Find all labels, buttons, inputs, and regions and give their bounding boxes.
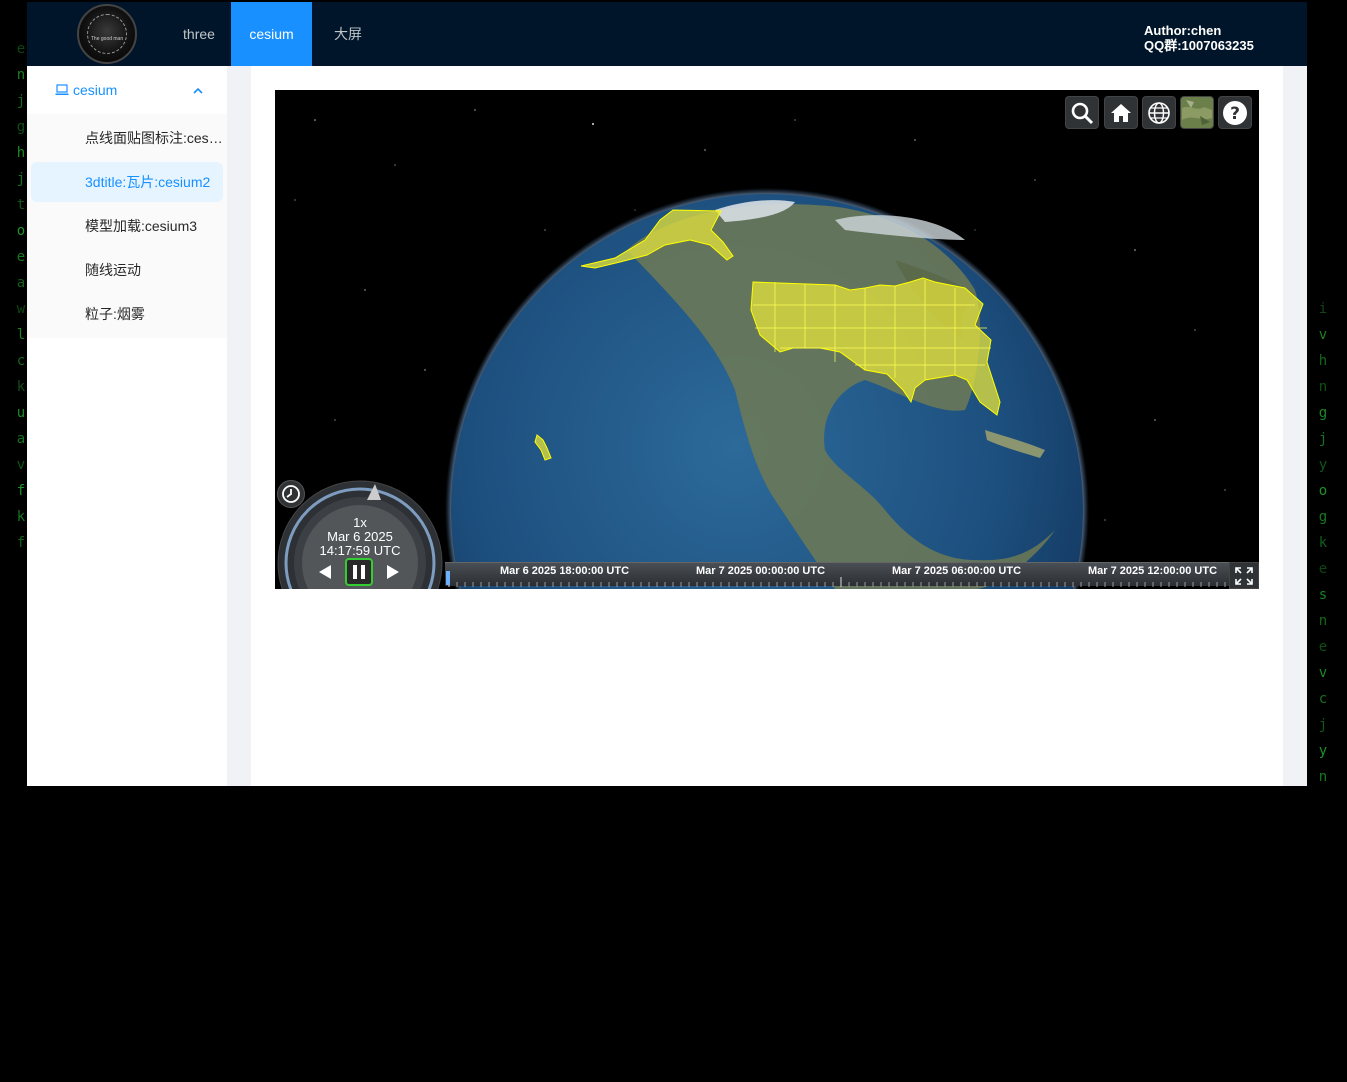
nav-item-three[interactable]: three: [173, 2, 225, 66]
pause-button[interactable]: [345, 558, 373, 586]
matrix-left-char: n: [16, 67, 26, 83]
matrix-left-char: v: [16, 457, 26, 473]
sidebar: cesium 点线面贴图标注:cesium1 3dtitle:瓦片:cesium…: [27, 66, 227, 786]
menu-item-follow-line[interactable]: 随线运动: [31, 250, 223, 290]
matrix-left-char: a: [16, 431, 26, 447]
matrix-rain-left: enjghjtoeawlckuavfkf: [16, 36, 26, 822]
matrix-left-char: j: [16, 171, 26, 187]
qq-group: QQ群:1007063235: [1144, 38, 1254, 53]
matrix-rain-right: ivhngjyogkesnevcjyn: [1316, 296, 1330, 1082]
matrix-left-char: k: [16, 379, 26, 395]
animation-time: 14:17:59 UTC: [319, 543, 401, 558]
matrix-left-char: j: [16, 93, 26, 109]
nav-item-cesium[interactable]: cesium: [231, 2, 312, 66]
top-header: The good man three cesium 大屏 Author:chen…: [27, 2, 1307, 66]
matrix-right-char: y: [1318, 457, 1328, 473]
matrix-right-char: j: [1318, 431, 1328, 447]
laptop-icon: [55, 84, 69, 96]
submenu-title-label: cesium: [73, 82, 118, 98]
matrix-right-char: y: [1318, 743, 1328, 759]
matrix-right-char: j: [1318, 717, 1328, 733]
animation-date: Mar 6 2025: [327, 529, 393, 544]
submenu-list: 点线面贴图标注:cesium1 3dtitle:瓦片:cesium2 模型加载:…: [27, 114, 227, 338]
matrix-left-char: g: [16, 119, 26, 135]
timeline-needle[interactable]: [445, 571, 451, 585]
base-layer-picker-button[interactable]: [1180, 96, 1214, 129]
menu-item-cesium3[interactable]: 模型加载:cesium3: [31, 206, 223, 246]
matrix-right-char: i: [1318, 301, 1328, 317]
cesium-viewer[interactable]: ? 1x Mar 6 2025 14:17:59 UTC Mar 6 2025 …: [275, 90, 1259, 589]
matrix-left-char: f: [16, 483, 26, 499]
timeline-label-1: Mar 6 2025 18:00:00 UTC: [500, 565, 630, 577]
matrix-right-char: e: [1318, 639, 1328, 655]
matrix-right-char: n: [1318, 613, 1328, 629]
chevron-up-icon: [193, 87, 203, 94]
menu-item-cesium2[interactable]: 3dtitle:瓦片:cesium2: [31, 162, 223, 202]
timeline-ticks: [448, 577, 1226, 587]
matrix-left-char: e: [16, 41, 26, 57]
timeline-label-3: Mar 7 2025 06:00:00 UTC: [892, 565, 1022, 577]
logo: The good man: [77, 4, 137, 64]
timeline-label-4: Mar 7 2025 12:00:00 UTC: [1088, 565, 1218, 577]
clock-icon: [282, 485, 300, 503]
submenu-cesium[interactable]: cesium: [27, 66, 227, 114]
fullscreen-button[interactable]: [1229, 562, 1259, 589]
play-reverse-button[interactable]: [311, 558, 339, 586]
matrix-left-char: l: [16, 327, 26, 343]
matrix-right-char: g: [1318, 509, 1328, 525]
matrix-left-char: h: [16, 145, 26, 161]
svg-text:?: ?: [1230, 104, 1240, 124]
author-info: Author:chen QQ群:1007063235: [1144, 23, 1254, 53]
play-reverse-icon: [319, 565, 331, 579]
play-forward-button[interactable]: [379, 558, 407, 586]
home-icon: [1111, 103, 1131, 122]
nav-item-big-screen[interactable]: 大屏: [323, 2, 373, 66]
imagery-layer-icon: [1182, 98, 1212, 127]
globe-icon: [1148, 101, 1170, 124]
realtime-clock-button[interactable]: [277, 480, 305, 508]
matrix-left-char: f: [16, 535, 26, 551]
animation-speed: 1x: [353, 515, 367, 530]
logo-text: The good man: [90, 36, 124, 42]
matrix-right-char: n: [1318, 379, 1328, 395]
home-button[interactable]: [1104, 96, 1138, 129]
matrix-right-char: o: [1318, 483, 1328, 499]
matrix-right-char: e: [1318, 561, 1328, 577]
author-name: Author:chen: [1144, 23, 1222, 38]
matrix-right-char: g: [1318, 405, 1328, 421]
scene-mode-button[interactable]: [1142, 96, 1176, 129]
matrix-left-char: w: [16, 301, 26, 317]
content-panel: ? 1x Mar 6 2025 14:17:59 UTC Mar 6 2025 …: [251, 66, 1283, 786]
help-icon: ?: [1223, 100, 1247, 125]
matrix-right-char: k: [1318, 535, 1328, 551]
matrix-right-char: n: [1318, 769, 1328, 785]
matrix-left-char: k: [16, 509, 26, 525]
timeline[interactable]: Mar 6 2025 18:00:00 UTC Mar 7 2025 00:00…: [445, 562, 1229, 587]
matrix-right-char: c: [1318, 691, 1328, 707]
matrix-left-char: o: [16, 223, 26, 239]
menu-item-particle-smoke[interactable]: 粒子:烟雾: [31, 294, 223, 334]
navigation-help-button[interactable]: ?: [1218, 96, 1252, 129]
pause-icon: [353, 565, 365, 579]
matrix-left-char: a: [16, 275, 26, 291]
matrix-right-char: v: [1318, 665, 1328, 681]
matrix-left-char: e: [16, 249, 26, 265]
matrix-right-char: v: [1318, 327, 1328, 343]
matrix-left-char: u: [16, 405, 26, 421]
logo-ring: [87, 14, 127, 54]
search-button[interactable]: [1065, 96, 1099, 129]
app-window: The good man three cesium 大屏 Author:chen…: [27, 2, 1307, 786]
search-icon: [1071, 102, 1094, 124]
fullscreen-icon: [1235, 566, 1253, 585]
matrix-left-char: c: [16, 353, 26, 369]
menu-item-cesium1[interactable]: 点线面贴图标注:cesium1: [31, 118, 223, 158]
timeline-label-2: Mar 7 2025 00:00:00 UTC: [696, 565, 826, 577]
play-forward-icon: [387, 565, 399, 579]
matrix-left-char: t: [16, 197, 26, 213]
matrix-right-char: s: [1318, 587, 1328, 603]
matrix-right-char: h: [1318, 353, 1328, 369]
